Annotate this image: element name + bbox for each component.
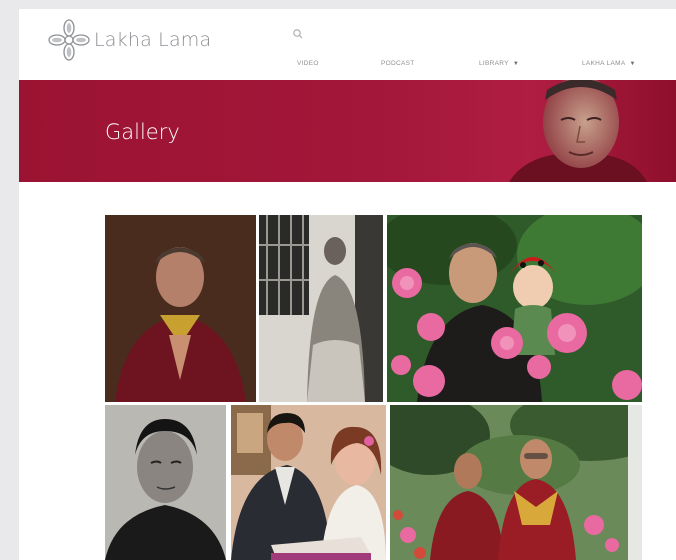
site-logo[interactable]: Lakha Lama: [48, 18, 211, 62]
chevron-down-icon: ▼: [512, 61, 520, 67]
chevron-down-icon: ▼: [629, 61, 636, 67]
photo-image: [105, 405, 226, 560]
photo-gallery: [19, 182, 676, 560]
search-icon[interactable]: [292, 28, 304, 40]
site-header: Lakha Lama VIDEO PODCAST LIBRARY ▼ LAKHA …: [19, 9, 676, 80]
nav-item-lakha-lama[interactable]: LAKHA LAMA ▼: [582, 60, 636, 67]
gallery-photo-two-lamas-in-garden[interactable]: [390, 405, 642, 560]
main-nav: VIDEO PODCAST LIBRARY ▼ LAKHA LAMA ▼: [19, 60, 676, 72]
gallery-photo-lama-praying[interactable]: [105, 215, 256, 402]
gallery-photo-woman-seated[interactable]: [259, 215, 383, 402]
photo-image: [259, 215, 383, 402]
gallery-photo-lama-with-child[interactable]: [387, 215, 642, 402]
banner-portrait-image: [509, 80, 647, 182]
page-banner: Gallery: [19, 80, 676, 182]
photo-image: [231, 405, 386, 560]
page-title: Gallery: [105, 120, 180, 144]
nav-item-video[interactable]: VIDEO: [297, 60, 319, 67]
nav-item-library[interactable]: LIBRARY ▼: [479, 60, 519, 67]
nav-item-podcast[interactable]: PODCAST: [381, 60, 415, 67]
photo-image: [105, 215, 256, 402]
endless-knot-logo-icon: [48, 19, 90, 61]
photo-image: [387, 215, 642, 402]
gallery-photo-young-man[interactable]: [105, 405, 226, 560]
page: Lakha Lama VIDEO PODCAST LIBRARY ▼ LAKHA …: [19, 9, 676, 560]
site-name: Lakha Lama: [94, 29, 212, 51]
photo-image: [390, 405, 642, 560]
gallery-photo-man-and-woman-reading[interactable]: [231, 405, 386, 560]
